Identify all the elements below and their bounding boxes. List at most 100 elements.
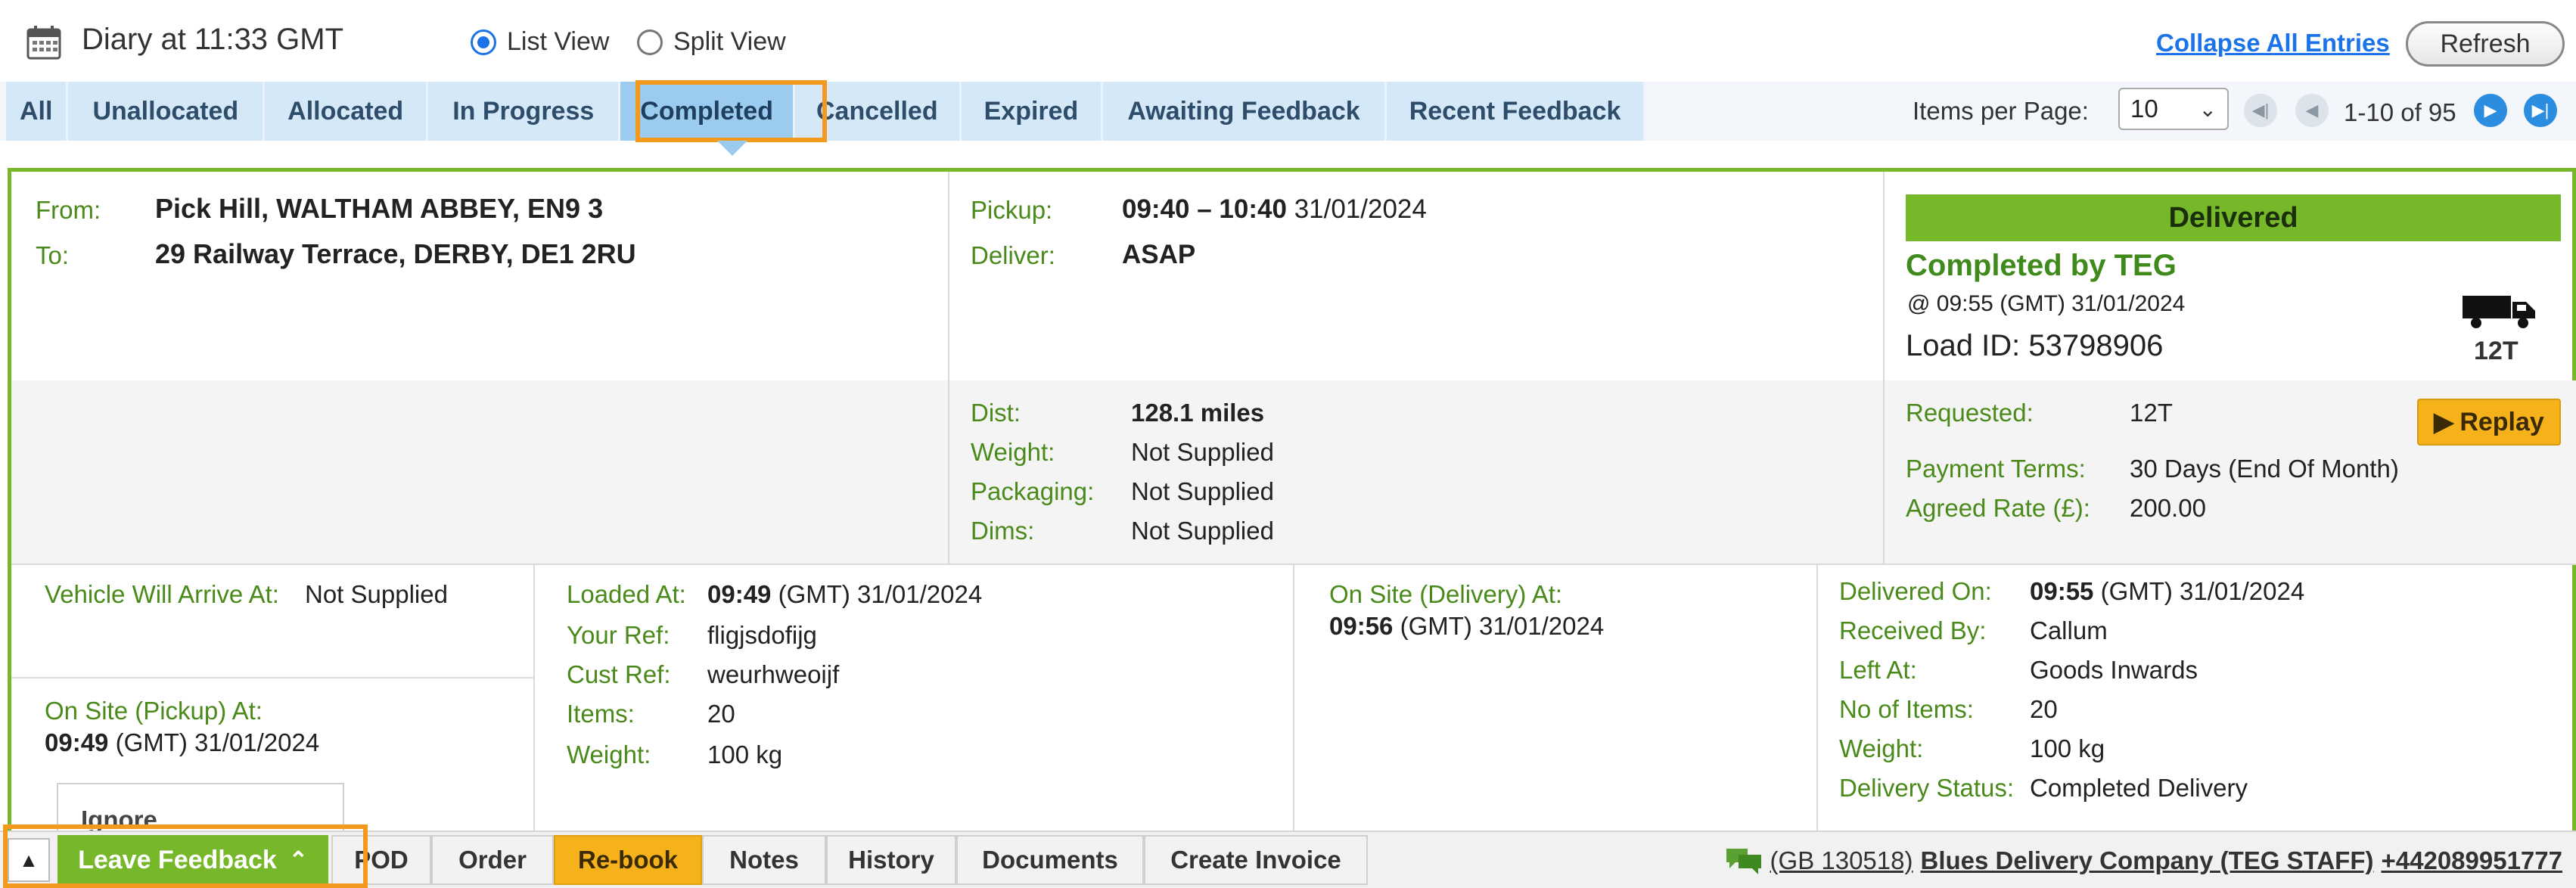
- agreed-rate-value: 200.00: [2130, 494, 2206, 522]
- loaded-at-label: Loaded At:: [567, 580, 686, 608]
- delivered-on-label: Delivered On:: [1839, 577, 1992, 605]
- onsite-pickup-label: On Site (Pickup) At:: [45, 697, 263, 725]
- from-address: Pick Hill, WALTHAM ABBEY, EN9 3: [155, 193, 604, 224]
- replay-button[interactable]: ▶ Replay: [2417, 399, 2561, 446]
- items-label: Items:: [567, 700, 635, 728]
- next-page-icon[interactable]: ▶: [2474, 94, 2507, 127]
- radio-unchecked-icon[interactable]: [637, 29, 663, 55]
- divider: [1883, 172, 1885, 564]
- packaging-label: Packaging:: [971, 477, 1095, 505]
- left-at-label: Left At:: [1839, 656, 1917, 684]
- onsite-pickup-value: 09:49 (GMT) 31/01/2024: [45, 728, 319, 757]
- radio-checked-icon[interactable]: [471, 29, 496, 55]
- prev-page-icon[interactable]: ◀: [2295, 94, 2329, 127]
- pickup-label: Pickup:: [971, 196, 1053, 224]
- first-page-icon[interactable]: ◀|: [2244, 94, 2277, 127]
- loaded-at-time: 09:49: [707, 580, 772, 608]
- weight-value: Not Supplied: [1131, 438, 1274, 466]
- replay-label: Replay: [2459, 407, 2544, 436]
- dims-label: Dims:: [971, 517, 1035, 545]
- tab-all[interactable]: All: [6, 82, 69, 141]
- onsite-delivery-time: 09:56: [1329, 612, 1394, 640]
- list-view-radio[interactable]: List View: [471, 27, 609, 57]
- completed-at: @ 09:55 (GMT) 31/01/2024: [1907, 291, 2186, 316]
- split-view-label: Split View: [673, 27, 786, 56]
- weight-label: Weight:: [971, 438, 1055, 466]
- to-label: To:: [36, 241, 70, 269]
- onsite-delivery-label: On Site (Delivery) At:: [1329, 580, 1563, 608]
- tab-completed-highlight: [635, 80, 827, 142]
- delivered-on-time: 09:55: [2030, 577, 2094, 605]
- tab-awaiting-feedback[interactable]: Awaiting Feedback: [1103, 82, 1387, 141]
- no-of-items-label: No of Items:: [1839, 695, 1974, 723]
- tab-allocated[interactable]: Allocated: [265, 82, 429, 141]
- split-view-radio[interactable]: Split View: [637, 27, 786, 57]
- items-per-page-label: Items per Page:: [1913, 97, 2089, 125]
- last-page-icon[interactable]: ▶|: [2524, 94, 2557, 127]
- rebook-button[interactable]: Re-book: [554, 835, 702, 885]
- deliver-label: Deliver:: [971, 241, 1055, 269]
- dist-value: 128.1 miles: [1131, 399, 1265, 427]
- no-of-items-value: 20: [2030, 695, 2058, 723]
- leave-feedback-highlight: [3, 824, 368, 888]
- contact-company[interactable]: Blues Delivery Company (TEG STAFF): [1920, 846, 2373, 875]
- diary-entry-card: From: Pick Hill, WALTHAM ABBEY, EN9 3 To…: [8, 168, 2576, 888]
- notes-button[interactable]: Notes: [702, 835, 826, 885]
- diary-title: Diary at 11:33 GMT: [82, 23, 344, 56]
- tab-expired[interactable]: Expired: [962, 82, 1104, 141]
- delivery-status-label: Delivery Status:: [1839, 774, 2015, 802]
- truck-icon: [2463, 296, 2535, 328]
- deliver-value: ASAP: [1122, 240, 1196, 269]
- from-label: From:: [36, 196, 101, 224]
- items-value: 20: [707, 700, 735, 728]
- history-button[interactable]: History: [826, 835, 956, 885]
- tab-unallocated[interactable]: Unallocated: [68, 82, 266, 141]
- vehicle-arrive-label: Vehicle Will Arrive At:: [45, 580, 279, 608]
- collapse-all-link[interactable]: Collapse All Entries: [2156, 29, 2390, 57]
- payment-terms-value: 30 Days (End Of Month): [2130, 455, 2399, 483]
- divider: [11, 677, 533, 678]
- requested-value: 12T: [2130, 399, 2173, 427]
- onsite-delivery-rest: (GMT) 31/01/2024: [1400, 612, 1605, 640]
- delivered-on-rest: (GMT) 31/01/2024: [2100, 577, 2305, 605]
- requested-label: Requested:: [1906, 399, 2034, 427]
- tab-in-progress[interactable]: In Progress: [428, 82, 621, 141]
- dist-label: Dist:: [971, 399, 1021, 427]
- divider: [533, 564, 535, 834]
- pickup-time: 09:40 – 10:40: [1122, 194, 1287, 224]
- loaded-at-rest: (GMT) 31/01/2024: [778, 580, 983, 608]
- chat-icon[interactable]: [1725, 846, 1763, 876]
- load-id-value: 53798906: [2028, 329, 2164, 362]
- calendar-icon: [26, 26, 61, 60]
- cust-ref-value: weurhweoijf: [707, 660, 840, 688]
- items-per-page-select[interactable]: 10 ⌄: [2118, 88, 2229, 130]
- divider: [1816, 564, 1818, 834]
- delivered-weight-label: Weight:: [1839, 734, 1924, 762]
- order-button[interactable]: Order: [431, 835, 554, 885]
- load-id: Load ID: 53798906: [1906, 329, 2163, 363]
- onsite-pickup-rest: (GMT) 31/01/2024: [115, 728, 320, 756]
- refresh-button[interactable]: Refresh: [2406, 21, 2565, 67]
- contact-code[interactable]: (GB 130518): [1770, 846, 1913, 875]
- cust-ref-label: Cust Ref:: [567, 660, 671, 688]
- entry-action-bar: ▲ Leave Feedback ⌃ POD Order Re-book Not…: [0, 831, 2576, 888]
- active-tab-pointer-icon: [717, 141, 747, 156]
- your-ref-value: fligjsdofijg: [707, 621, 817, 649]
- documents-button[interactable]: Documents: [956, 835, 1144, 885]
- pickup-date: 31/01/2024: [1294, 194, 1427, 224]
- pickup-window: 09:40 – 10:40 31/01/2024: [1122, 194, 1427, 225]
- tab-recent-feedback[interactable]: Recent Feedback: [1387, 82, 1646, 141]
- delivered-weight-value: 100 kg: [2030, 734, 2105, 762]
- agreed-rate-label: Agreed Rate (£):: [1906, 494, 2090, 522]
- status-badge: Delivered: [1906, 194, 2561, 241]
- vehicle-size: 12T: [2474, 337, 2519, 365]
- create-invoice-button[interactable]: Create Invoice: [1144, 835, 1368, 885]
- left-at-value: Goods Inwards: [2030, 656, 2198, 684]
- dims-value: Not Supplied: [1131, 517, 1274, 545]
- contact-phone[interactable]: +442089951777: [2381, 846, 2562, 875]
- received-by-value: Callum: [2030, 616, 2108, 644]
- contact-info: (GB 130518) Blues Delivery Company (TEG …: [1725, 846, 2562, 876]
- diary-header: Diary at 11:33 GMT List View Split View …: [0, 0, 2576, 83]
- items-per-page-value: 10: [2130, 95, 2158, 123]
- payment-terms-label: Payment Terms:: [1906, 455, 2086, 483]
